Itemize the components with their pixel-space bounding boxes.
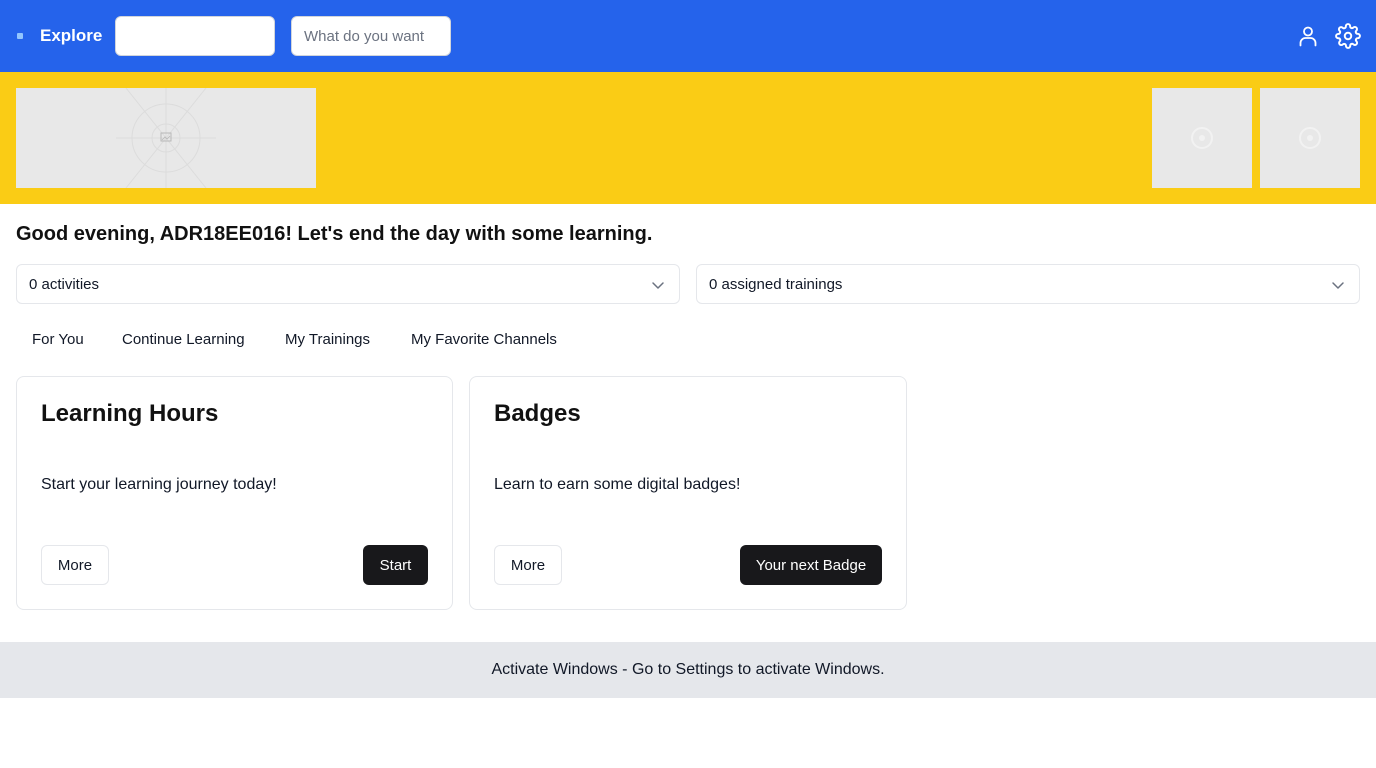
card-title: Badges	[494, 400, 581, 427]
gear-icon[interactable]	[1334, 22, 1362, 50]
more-button[interactable]: More	[494, 545, 562, 585]
assigned-trainings-dropdown[interactable]: 0 assigned trainings	[696, 264, 1360, 304]
activate-windows-text: Activate Windows - Go to Settings to act…	[491, 661, 885, 678]
banner-thumbnail-placeholder	[1152, 88, 1252, 188]
tab-my-trainings[interactable]: My Trainings	[285, 328, 370, 352]
tab-my-favorite-channels[interactable]: My Favorite Channels	[411, 328, 557, 352]
hero-banner	[0, 72, 1376, 204]
tab-for-you[interactable]: For You	[32, 328, 84, 352]
badges-card: Badges Learn to earn some digital badges…	[469, 376, 907, 610]
top-navbar: Explore	[0, 0, 1376, 72]
card-description: Start your learning journey today!	[41, 476, 277, 493]
learning-hours-card: Learning Hours Start your learning journ…	[16, 376, 453, 610]
search-input[interactable]	[291, 16, 451, 56]
tab-continue-learning[interactable]: Continue Learning	[122, 328, 245, 352]
explore-link[interactable]: Explore	[40, 25, 102, 47]
trainings-dropdown-label: 0 assigned trainings	[709, 275, 843, 293]
activate-windows-notice: Activate Windows - Go to Settings to act…	[0, 642, 1376, 698]
banner-thumbnail-placeholder	[1260, 88, 1360, 188]
chevron-down-icon	[1331, 278, 1345, 296]
banner-image-placeholder	[16, 88, 316, 188]
header-input-1[interactable]	[115, 16, 275, 56]
activities-dropdown-label: 0 activities	[29, 275, 100, 293]
card-title: Learning Hours	[41, 400, 219, 427]
user-icon[interactable]	[1294, 22, 1322, 50]
more-button[interactable]: More	[41, 545, 109, 585]
your-next-badge-button[interactable]: Your next Badge	[740, 545, 882, 585]
greeting-heading: Good evening, ADR18EE016! Let's end the …	[16, 223, 653, 245]
chevron-down-icon	[651, 278, 665, 296]
card-description: Learn to earn some digital badges!	[494, 476, 741, 493]
start-button[interactable]: Start	[363, 545, 428, 585]
menu-dot-icon[interactable]	[17, 33, 23, 39]
activities-dropdown[interactable]: 0 activities	[16, 264, 680, 304]
